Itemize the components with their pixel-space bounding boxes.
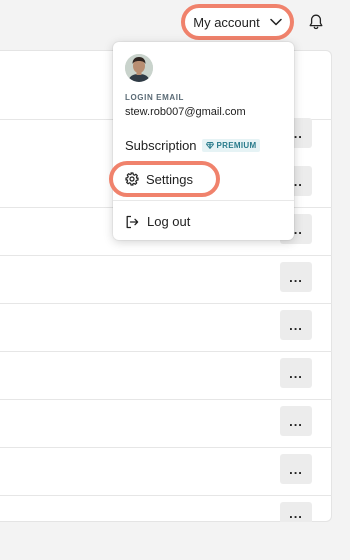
row-divider bbox=[0, 399, 332, 400]
account-dropdown: LOGIN EMAIL stew.rob007@gmail.com Subscr… bbox=[109, 42, 294, 240]
row-divider bbox=[0, 255, 332, 256]
bell-icon[interactable] bbox=[307, 13, 325, 31]
more-icon: ... bbox=[289, 413, 303, 429]
gear-icon bbox=[125, 172, 139, 186]
more-icon: ... bbox=[289, 461, 303, 477]
row-more-button[interactable]: ... bbox=[280, 310, 312, 340]
logout-icon bbox=[126, 215, 139, 228]
premium-badge: PREMIUM bbox=[201, 139, 261, 152]
row-divider bbox=[0, 303, 332, 304]
subscription-item[interactable]: Subscription PREMIUM bbox=[125, 138, 261, 153]
logout-menu-item[interactable]: Log out bbox=[125, 214, 190, 229]
subscription-label: Subscription bbox=[125, 138, 197, 153]
chevron-down-icon bbox=[269, 18, 282, 26]
row-divider bbox=[0, 351, 332, 352]
my-account-button[interactable]: My account bbox=[181, 4, 294, 40]
row-more-button[interactable]: ... bbox=[280, 406, 312, 436]
more-icon: ... bbox=[289, 365, 303, 381]
login-email-label: LOGIN EMAIL bbox=[125, 93, 185, 102]
avatar bbox=[125, 54, 153, 82]
more-icon: ... bbox=[289, 317, 303, 333]
row-more-button[interactable]: ... bbox=[280, 262, 312, 292]
my-account-label: My account bbox=[193, 14, 260, 30]
row-more-button[interactable]: ... bbox=[280, 502, 312, 522]
diamond-icon bbox=[205, 142, 214, 149]
premium-badge-label: PREMIUM bbox=[216, 141, 257, 150]
more-icon: ... bbox=[289, 506, 303, 521]
more-icon: ... bbox=[289, 269, 303, 285]
row-more-button[interactable]: ... bbox=[280, 358, 312, 388]
row-more-button[interactable]: ... bbox=[280, 454, 312, 484]
logout-label: Log out bbox=[147, 214, 191, 229]
settings-menu-item[interactable]: Settings bbox=[109, 161, 220, 197]
email-value: stew.rob007@gmail.com bbox=[125, 106, 246, 118]
row-divider bbox=[0, 447, 332, 448]
settings-label: Settings bbox=[146, 171, 193, 187]
menu-divider bbox=[113, 200, 294, 201]
row-divider bbox=[0, 495, 332, 496]
